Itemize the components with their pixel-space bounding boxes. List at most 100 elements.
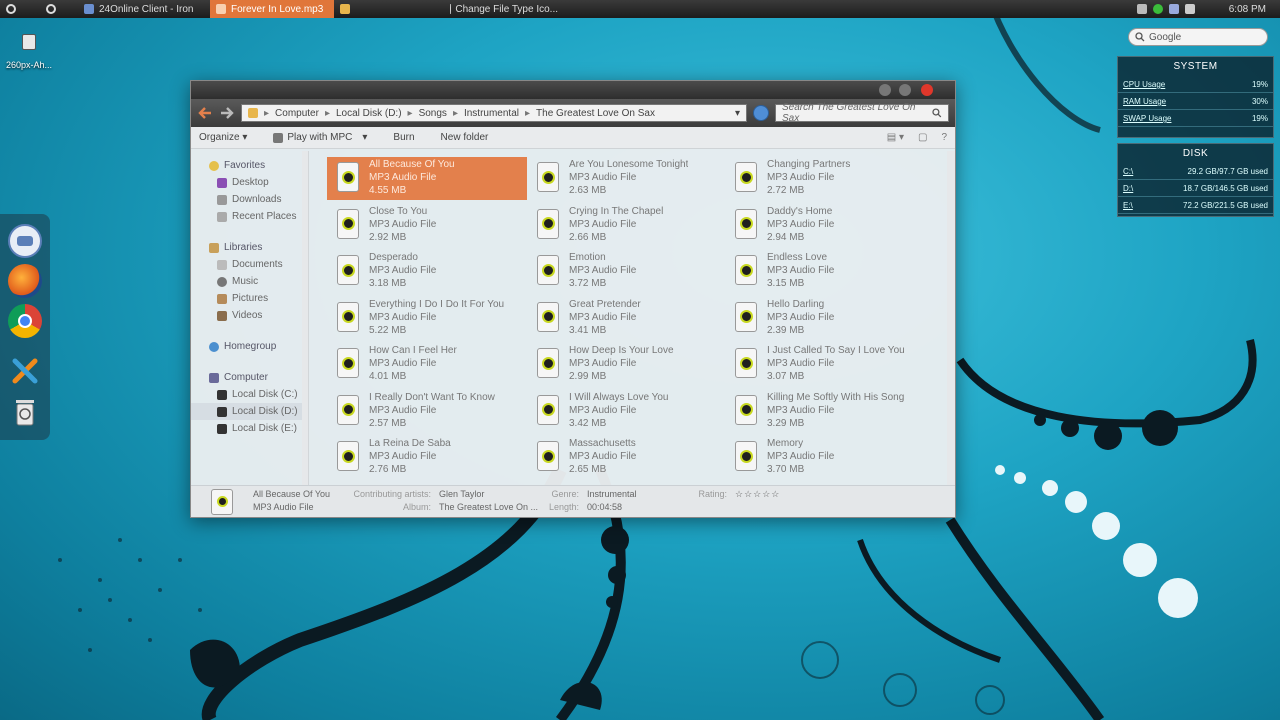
file-name: Crying In The Chapel <box>569 205 664 217</box>
ubuntu-logo-icon <box>6 4 16 14</box>
file-tile[interactable]: Daddy's Home MP3 Audio File 2.94 MB <box>725 204 923 247</box>
taskbar-item-folder[interactable] <box>334 0 444 18</box>
nav-local-disk-c[interactable]: Local Disk (C:) <box>191 386 308 403</box>
details-artists-value[interactable]: Glen Taylor <box>439 489 539 502</box>
nav-homegroup[interactable]: Homegroup <box>191 338 308 355</box>
taskbar-item-24online[interactable]: 24Online Client - Iron <box>78 0 210 18</box>
file-size: 2.65 MB <box>569 464 607 475</box>
disk-widget-title: DISK <box>1182 148 1209 159</box>
file-type: MP3 Audio File <box>569 311 637 323</box>
file-tile[interactable]: All Because Of You MP3 Audio File 4.55 MB <box>327 157 527 200</box>
file-tile[interactable]: Close To You MP3 Audio File 2.92 MB <box>327 204 527 247</box>
file-size: 3.41 MB <box>569 324 607 336</box>
refresh-button[interactable] <box>753 105 769 121</box>
file-tile[interactable]: Killing Me Softly With His Song MP3 Audio… <box>725 390 923 433</box>
file-tile[interactable]: Emotion MP3 Audio File 3.72 MB <box>527 250 725 293</box>
music-icon <box>217 276 227 287</box>
breadcrumb-instrumental[interactable]: Instrumental <box>464 108 519 119</box>
downloads-icon <box>217 194 227 205</box>
file-tile[interactable]: How Can I Feel Her MP3 Audio File 4.01 MB <box>327 343 527 386</box>
display-icon[interactable] <box>1168 4 1179 14</box>
details-album-value[interactable]: The Greatest Love On ... <box>439 502 539 515</box>
file-tile[interactable]: Everything I Do I Do It For You MP3 Audio… <box>327 297 527 340</box>
breadcrumb-local-disk-d[interactable]: Local Disk (D:) <box>336 108 402 119</box>
address-row: ▸ Computer ▸ Local Disk (D:) ▸ Songs ▸ I… <box>191 99 955 127</box>
update-icon[interactable] <box>1152 4 1163 14</box>
dock-firefox-button[interactable] <box>8 264 42 298</box>
maximize-button[interactable] <box>899 84 911 96</box>
file-size: 2.76 MB <box>369 464 407 475</box>
file-tile[interactable]: La Reina De Saba MP3 Audio File 2.76 MB <box>327 436 527 479</box>
homegroup-icon <box>209 341 219 352</box>
google-search-widget[interactable]: Google <box>1128 28 1268 46</box>
window-titlebar[interactable] <box>191 81 955 99</box>
nav-computer[interactable]: Computer <box>191 369 308 386</box>
nav-music[interactable]: Music <box>191 273 308 290</box>
file-name: Massachusetts <box>569 438 636 449</box>
taskbar-item-forever-in-love[interactable]: Forever In Love.mp3 <box>210 0 334 18</box>
nav-downloads[interactable]: Downloads <box>191 191 308 208</box>
back-button[interactable] <box>197 105 213 121</box>
view-options-icon[interactable]: ▤ ▾ <box>887 132 904 143</box>
folder-search-input[interactable]: Search The Greatest Love On Sax <box>775 102 949 124</box>
nav-desktop[interactable]: Desktop <box>191 174 308 191</box>
taskbar-item-system[interactable] <box>40 0 78 18</box>
forward-button[interactable] <box>219 105 235 121</box>
details-genre-value[interactable]: Instrumental <box>587 489 687 502</box>
file-tile[interactable]: Desperado MP3 Audio File 3.18 MB <box>327 250 527 293</box>
new-folder-button[interactable]: New folder <box>441 132 489 143</box>
breadcrumb-songs[interactable]: Songs <box>419 108 447 119</box>
nav-documents[interactable]: Documents <box>191 256 308 273</box>
help-icon[interactable]: ? <box>941 132 947 143</box>
file-tile[interactable]: Are You Lonesome Tonight MP3 Audio File 2.… <box>527 157 725 200</box>
file-name: Hello Darling <box>767 298 825 310</box>
file-tile[interactable]: I Really Don't Want To Know MP3 Audio Fil… <box>327 390 527 433</box>
details-rating-stars[interactable]: ☆☆☆☆☆ <box>735 489 780 502</box>
breadcrumb-computer[interactable]: Computer <box>275 108 319 119</box>
file-tile[interactable]: I Will Always Love You MP3 Audio File 3.42… <box>527 390 725 433</box>
file-name: Desperado <box>369 252 418 263</box>
nav-recent-places[interactable]: Recent Places <box>191 208 308 225</box>
address-bar[interactable]: ▸ Computer ▸ Local Disk (D:) ▸ Songs ▸ I… <box>241 104 747 122</box>
file-tile[interactable]: Hello Darling MP3 Audio File 2.39 MB <box>725 297 923 340</box>
file-tile[interactable]: Crying In The Chapel MP3 Audio File 2.66 M… <box>527 204 725 247</box>
documents-icon <box>217 259 227 270</box>
breadcrumb-current-folder[interactable]: The Greatest Love On Sax <box>536 108 655 119</box>
volume-icon[interactable] <box>1184 4 1195 14</box>
dock-settings-button[interactable] <box>8 354 42 388</box>
close-button[interactable] <box>921 84 933 96</box>
file-size: 2.99 MB <box>569 371 607 382</box>
minimize-button[interactable] <box>879 84 891 96</box>
address-dropdown-icon[interactable]: ▾ <box>735 108 740 119</box>
nav-videos[interactable]: Videos <box>191 307 308 324</box>
nav-pictures[interactable]: Pictures <box>191 290 308 307</box>
file-name: Killing Me Softly With His Song <box>767 391 905 403</box>
nav-local-disk-e[interactable]: Local Disk (E:) <box>191 420 308 437</box>
mp3-file-icon <box>735 441 757 471</box>
file-tile[interactable]: Massachusetts MP3 Audio File 2.65 MB <box>527 436 725 479</box>
network-icon[interactable] <box>1136 4 1147 14</box>
nav-favorites[interactable]: Favorites <box>191 157 308 174</box>
nav-local-disk-d[interactable]: Local Disk (D:) <box>191 403 308 420</box>
burn-button[interactable]: Burn <box>393 132 414 143</box>
dock-trash-button[interactable] <box>8 394 42 428</box>
nav-libraries[interactable]: Libraries <box>191 239 308 256</box>
taskbar-menu-button[interactable] <box>0 0 40 18</box>
file-tile[interactable]: Memory MP3 Audio File 3.70 MB <box>725 436 923 479</box>
play-with-mpc-button[interactable]: Play with MPC ▾ <box>273 132 367 143</box>
taskbar-item-change-file-type[interactable]: Change File Type Ico... <box>444 0 564 18</box>
file-tile[interactable]: I Just Called To Say I Love You MP3 Audio… <box>725 343 923 386</box>
clock[interactable]: 6:08 PM <box>1229 4 1266 15</box>
file-tile[interactable]: Endless Love MP3 Audio File 3.15 MB <box>725 250 923 293</box>
file-tile[interactable]: Changing Partners MP3 Audio File 2.72 MB <box>725 157 923 200</box>
desktop-file-icon[interactable]: 260px-Ah... <box>4 34 54 70</box>
dock-launcher-button[interactable] <box>8 224 42 258</box>
file-list-scrollbar[interactable] <box>947 151 955 485</box>
organize-button[interactable]: Organize ▾ <box>199 132 247 143</box>
file-name: Endless Love <box>767 252 828 263</box>
file-tile[interactable]: How Deep Is Your Love MP3 Audio File 2.99 … <box>527 343 725 386</box>
nav-scrollbar[interactable] <box>302 151 308 485</box>
dock-chrome-button[interactable] <box>8 304 42 338</box>
preview-pane-icon[interactable]: ▢ <box>918 132 927 143</box>
file-tile[interactable]: Great Pretender MP3 Audio File 3.41 MB <box>527 297 725 340</box>
